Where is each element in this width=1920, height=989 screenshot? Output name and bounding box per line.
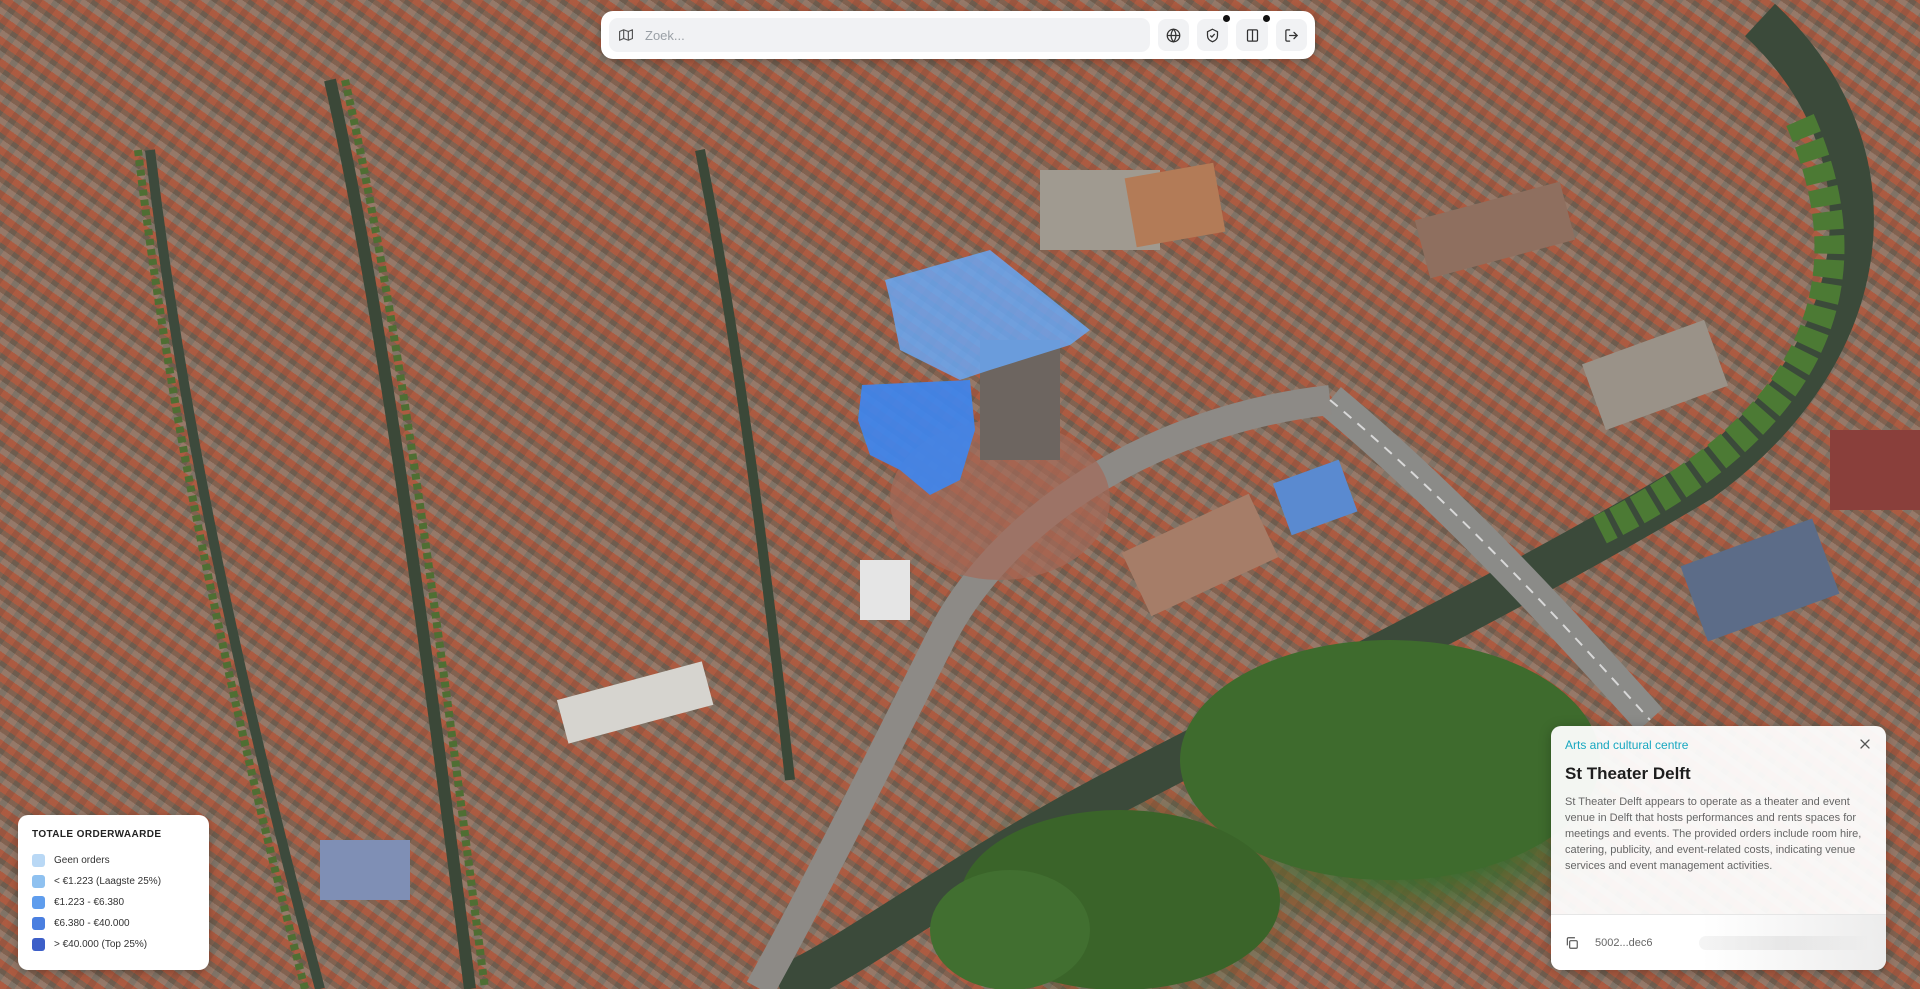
legend-label: < €1.223 (Laagste 25%) <box>54 876 162 887</box>
card-footer: 5002...dec6 <box>1551 914 1886 970</box>
building <box>860 560 910 620</box>
search-input[interactable] <box>643 26 1127 44</box>
highlighted-building-selected <box>858 380 975 495</box>
location-info-card: Arts and cultural centre St Theater Delf… <box>1551 726 1886 970</box>
shield-icon <box>1207 28 1219 42</box>
legend-item: > €40.000 (Top 25%) <box>32 934 195 955</box>
logout-icon <box>1285 28 1298 42</box>
panel-button[interactable] <box>1236 15 1270 51</box>
building <box>320 840 410 900</box>
park <box>930 870 1090 989</box>
building <box>1121 493 1279 617</box>
legend-item: < €1.223 (Laagste 25%) <box>32 871 195 892</box>
building <box>1830 430 1920 510</box>
legend-swatch <box>32 875 45 888</box>
legend-swatch <box>32 917 45 930</box>
legend-swatch <box>32 854 45 867</box>
shield-button[interactable] <box>1197 15 1231 51</box>
legend-label: €1.223 - €6.380 <box>54 897 125 908</box>
notification-dot <box>1262 15 1270 22</box>
close-icon <box>1860 739 1870 749</box>
location-description: St Theater Delft appears to operate as a… <box>1565 796 1862 872</box>
legend-label: Geen orders <box>54 855 110 866</box>
river-bank <box>1593 113 1845 544</box>
legend-swatch <box>32 938 45 951</box>
top-toolbar <box>601 11 1315 59</box>
blurred-footer-content <box>1698 935 1872 950</box>
legend-item: €6.380 - €40.000 <box>32 913 195 934</box>
copy-button[interactable] <box>1565 936 1579 950</box>
copy-icon <box>1566 936 1578 949</box>
legend-title: TOTALE ORDERWAARDE <box>32 829 162 840</box>
legend-item: €1.223 - €6.380 <box>32 892 195 913</box>
map-icon <box>619 29 633 41</box>
legend-item: Geen orders <box>32 850 195 871</box>
globe-button[interactable] <box>1157 19 1190 51</box>
logout-button[interactable] <box>1275 19 1308 51</box>
globe-icon <box>1166 27 1181 43</box>
close-button[interactable] <box>1856 735 1874 753</box>
building <box>556 661 714 744</box>
building <box>1581 319 1729 431</box>
legend-swatch <box>32 896 45 909</box>
location-title: St Theater Delft <box>1565 764 1691 783</box>
canal <box>695 149 795 781</box>
building <box>1414 181 1576 279</box>
location-category: Arts and cultural centre <box>1565 738 1689 752</box>
search-box[interactable] <box>609 18 1150 52</box>
notification-dot <box>1223 15 1231 22</box>
building <box>1680 518 1840 642</box>
panel-icon <box>1246 28 1258 42</box>
legend-label: > €40.000 (Top 25%) <box>54 939 148 950</box>
building <box>1272 459 1358 536</box>
legend-label: €6.380 - €40.000 <box>54 918 130 929</box>
map-legend: TOTALE ORDERWAARDE Geen orders < €1.223 (… <box>18 815 209 970</box>
location-id: 5002...dec6 <box>1595 936 1653 949</box>
